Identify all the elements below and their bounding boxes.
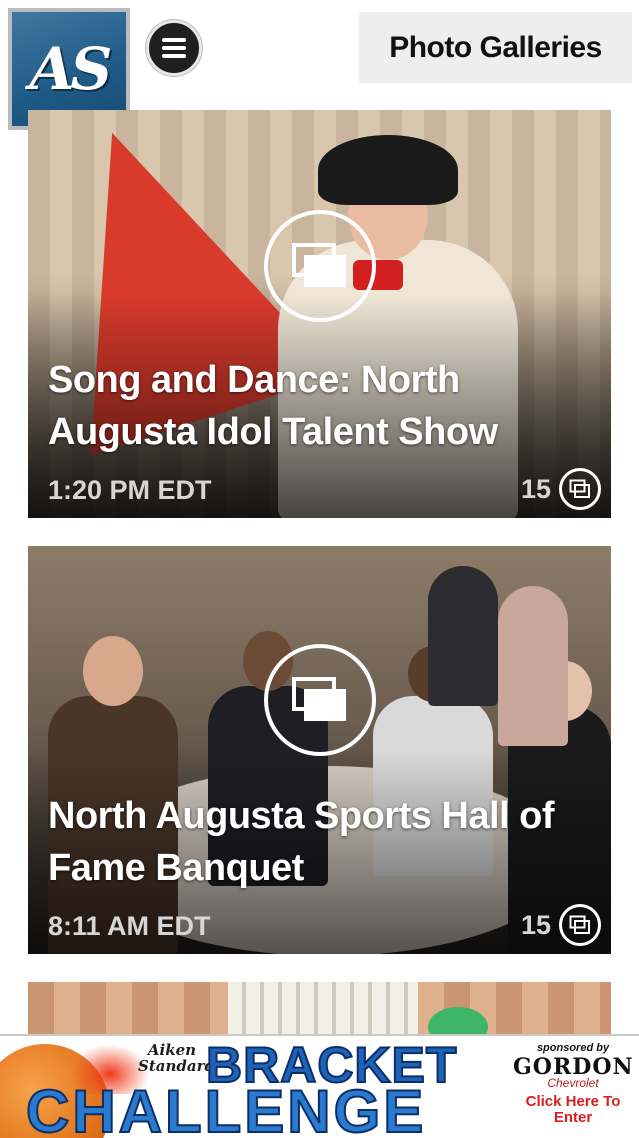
photo-galleries-button[interactable]: Photo Galleries [359,12,632,83]
ad-click-here[interactable]: Click Here To Enter [513,1094,633,1126]
ad-banner[interactable]: Aiken Standard BRACKET CHALLENGE sponsor… [0,1034,639,1138]
photos-icon [559,468,601,510]
photo-count-number: 15 [520,909,551,940]
photo-count: 15 [521,904,601,946]
photo-count-number: 15 [520,473,551,504]
gallery-card[interactable]: North Augusta Sports Hall of Fame Banque… [28,546,611,954]
ad-sponsor: sponsored by GORDON Chevrolet Click Here… [513,1042,633,1126]
ad-headline-challenge: CHALLENGE [25,1078,427,1138]
gallery-title: Song and Dance: North Augusta Idol Talen… [48,359,498,453]
gallery-card[interactable]: Song and Dance: North Augusta Idol Talen… [28,110,611,518]
gallery-time: 1:20 PM EDT [48,475,212,505]
ad-paper-name: Aiken Standard [138,1041,215,1075]
photo-galleries-label: Photo Galleries [389,30,602,64]
ad-sponsored-by: sponsored by [536,1042,610,1054]
gallery-icon [263,210,376,322]
hamburger-icon [162,38,186,58]
photo-count: 15 [521,468,601,510]
gallery-title: North Augusta Sports Hall of Fame Banque… [48,795,555,889]
photos-icon [559,904,601,946]
logo-text: AS [29,35,113,103]
menu-button[interactable] [146,20,202,76]
gallery-photo [28,982,611,1042]
gallery-time: 8:11 AM EDT [48,911,211,941]
gallery-card[interactable] [28,982,611,1042]
gallery-icon [263,644,376,756]
